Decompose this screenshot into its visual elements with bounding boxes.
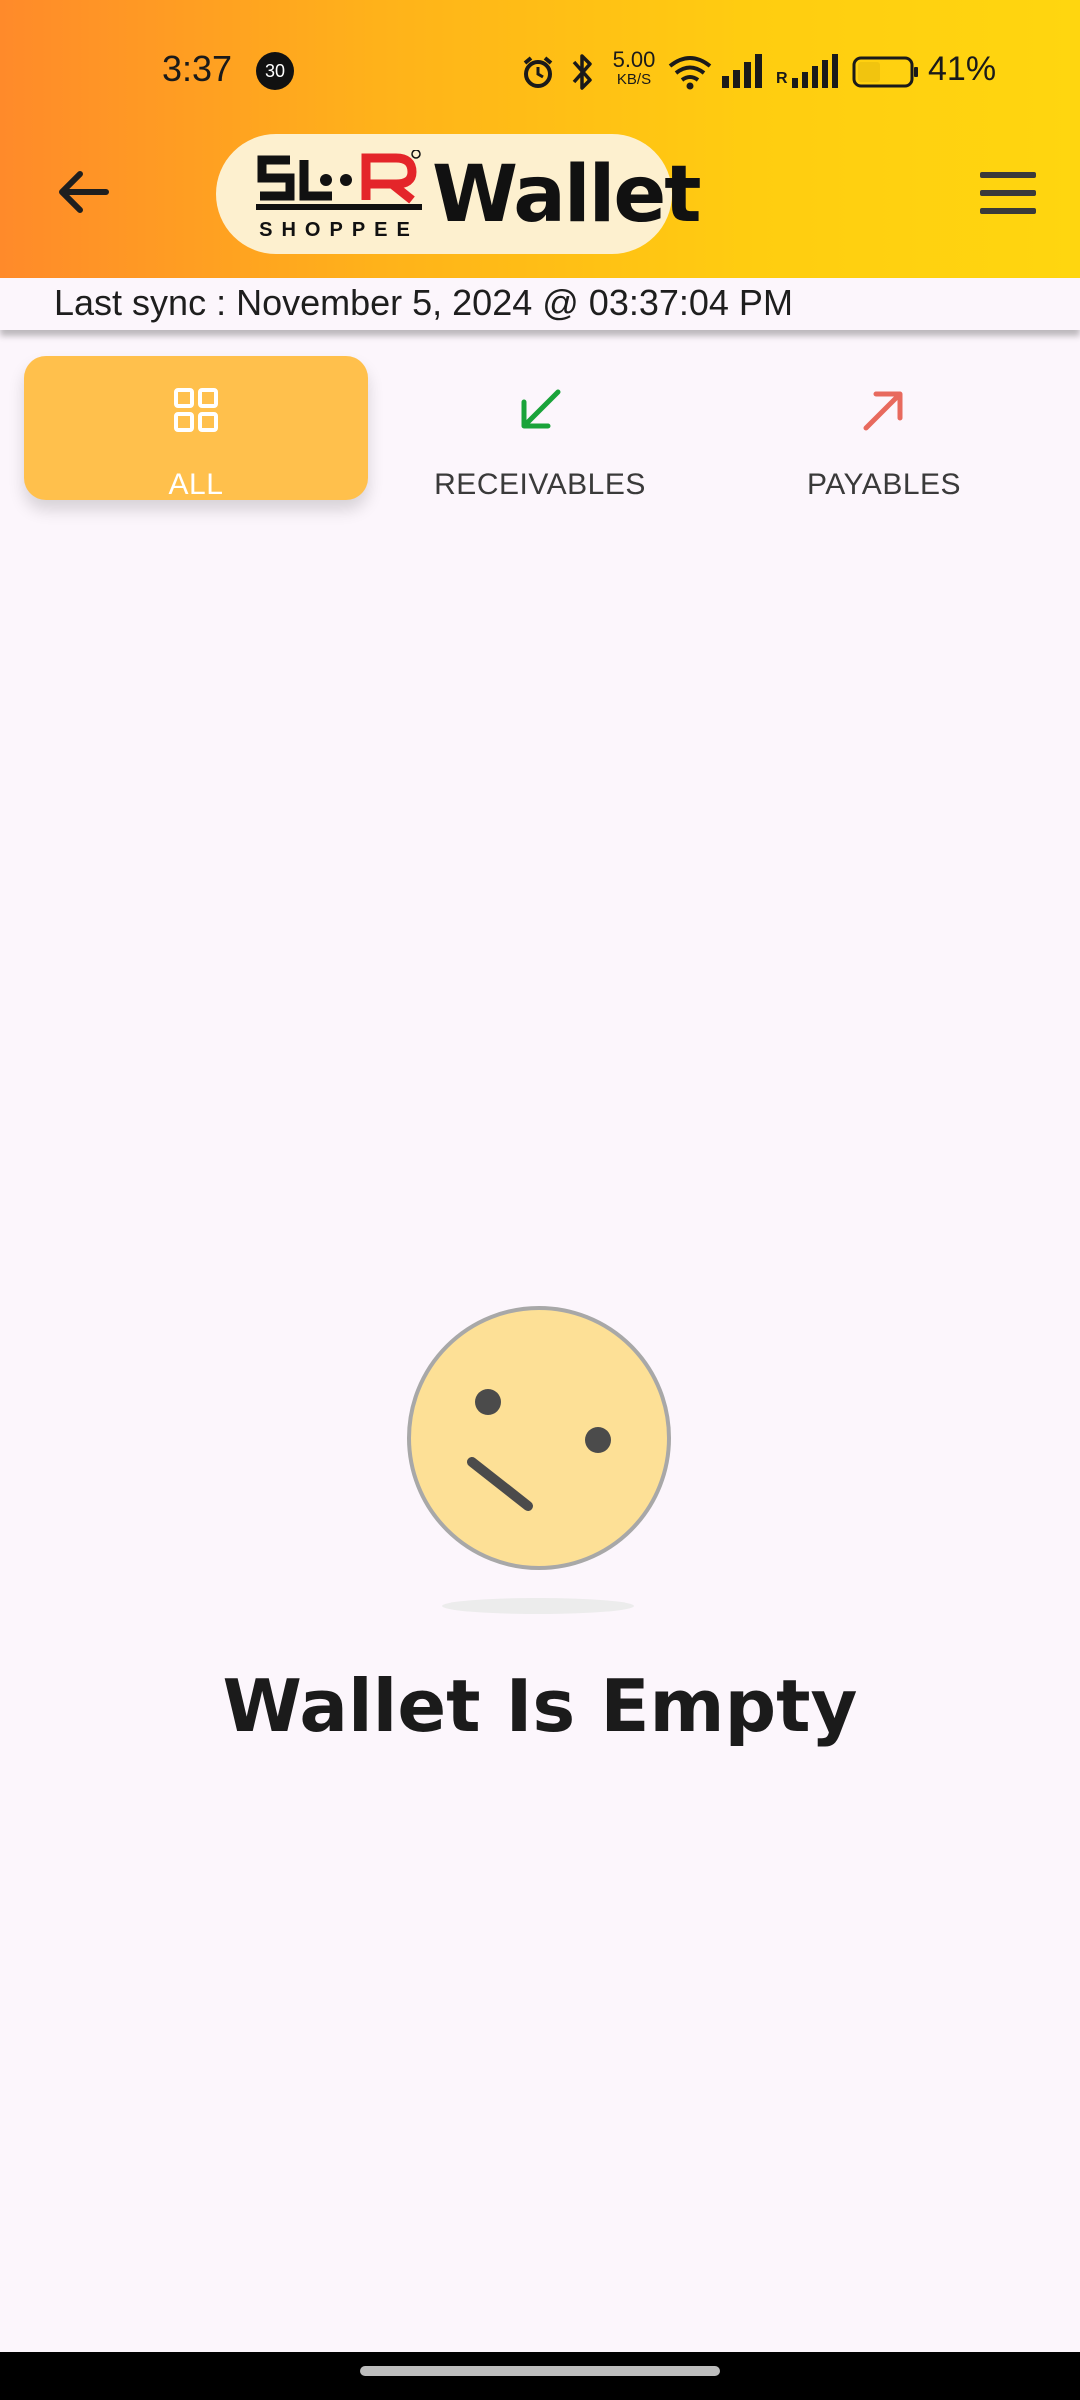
hamburger-menu-icon[interactable] — [976, 168, 1040, 220]
slr-shoppee-logo-mark: SHOPPEE — [256, 150, 422, 241]
app-header: 3:37 30 5.00 KB/S R 41% SHOPPEE Wallet — [0, 0, 1080, 278]
network-speed: 5.00 KB/S — [606, 47, 662, 90]
logo-wallet-word: Wallet — [432, 150, 702, 240]
grid-icon — [174, 388, 218, 432]
last-sync-text: Last sync : November 5, 2024 @ 03:37:04 … — [54, 282, 793, 323]
notification-count-badge: 30 — [256, 52, 294, 90]
tab-receivables[interactable]: RECEIVABLES — [368, 356, 712, 501]
tab-all-label: ALL — [168, 468, 224, 501]
tab-payables[interactable]: PAYABLES — [712, 356, 1056, 501]
alarm-icon — [523, 56, 553, 88]
back-button[interactable] — [52, 160, 116, 224]
app-logo: SHOPPEE Wallet — [216, 134, 702, 254]
tab-payables-label: PAYABLES — [806, 468, 962, 501]
tab-receivables-label: RECEIVABLES — [434, 468, 646, 501]
signal-strength-icon — [722, 54, 762, 88]
tab-all[interactable]: ALL — [24, 356, 368, 501]
network-speed-unit: KB/S — [616, 71, 652, 88]
battery-percent: 41% — [928, 50, 997, 88]
roaming-indicator: R — [776, 70, 788, 87]
wallet-filter-tabs: ALL RECEIVABLES PAYABLES — [0, 334, 1080, 524]
bluetooth-icon — [572, 54, 592, 90]
wifi-icon — [668, 56, 712, 90]
network-speed-value: 5.00 — [612, 47, 656, 72]
confused-face-icon — [407, 1306, 671, 1614]
sync-status-bar: Last sync : November 5, 2024 @ 03:37:04 … — [0, 278, 1080, 330]
arrow-down-left-icon — [521, 389, 561, 429]
status-time: 3:37 — [162, 48, 233, 89]
empty-state-title: Wallet Is Empty — [222, 1664, 858, 1748]
battery-icon — [852, 56, 918, 88]
status-bar: 3:37 30 5.00 KB/S R 41% — [0, 0, 1080, 140]
home-gesture-handle[interactable] — [360, 2366, 720, 2376]
logo-sub-text: SHOPPEE — [259, 219, 419, 241]
system-navigation-bar — [0, 2352, 1080, 2400]
arrow-up-right-icon — [863, 391, 903, 431]
signal-strength-icon-sim2 — [792, 54, 838, 88]
